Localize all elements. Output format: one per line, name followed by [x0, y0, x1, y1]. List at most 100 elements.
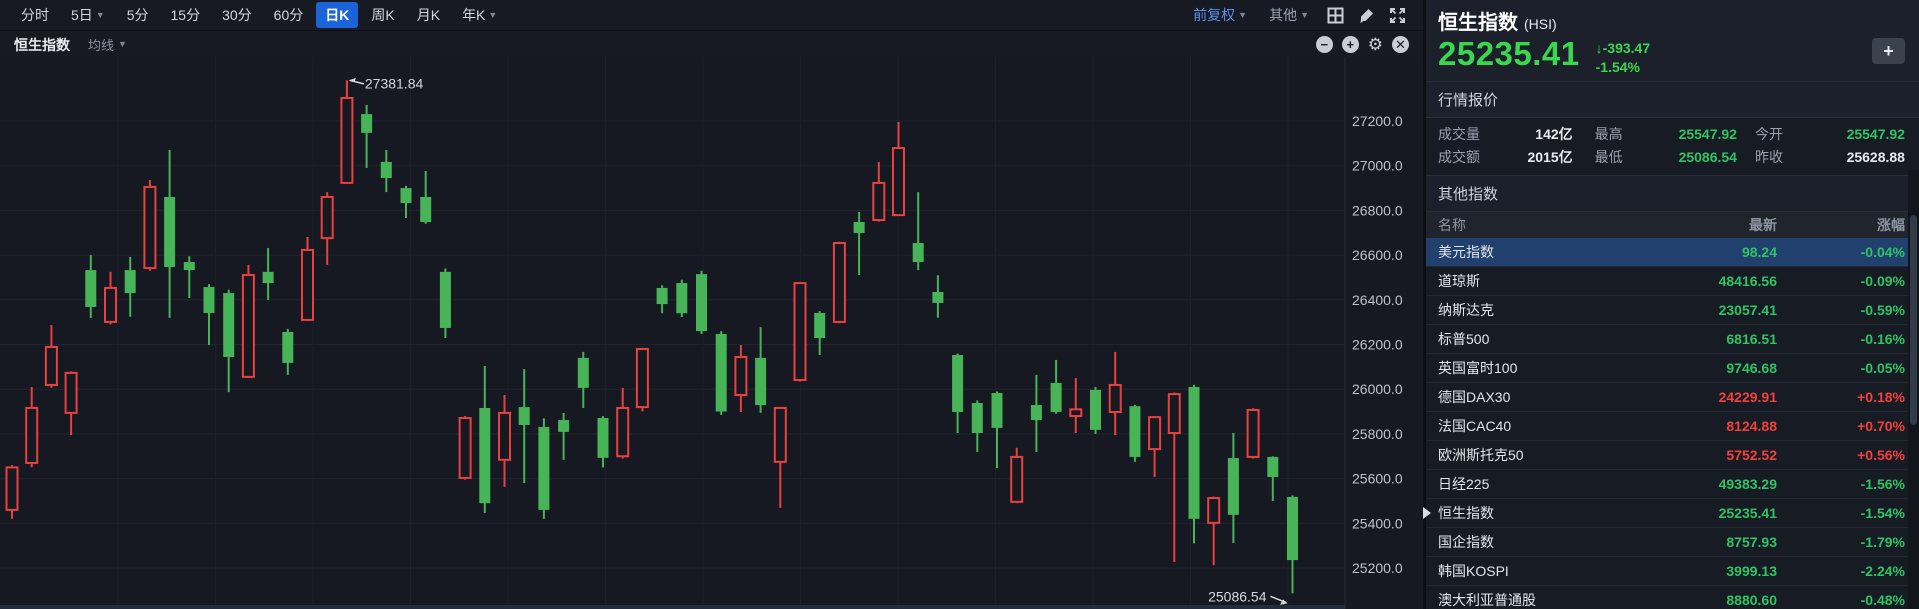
index-change-cell: +0.70% [1777, 418, 1905, 434]
chart-section: 分时5日▼5分15分30分60分日K周K月K年K▼ 前复权 ▼ 其他 ▼ 恒生指… [0, 0, 1423, 609]
index-name-cell: 澳大利亚普通股 [1438, 590, 1627, 609]
period-tab-5日[interactable]: 5日▼ [62, 2, 114, 28]
candlestick-chart[interactable]: 27200.027000.026800.026600.026400.026200… [0, 57, 1423, 609]
candle-body [657, 288, 668, 304]
candle-body [66, 373, 77, 413]
candle-body [401, 188, 412, 203]
candle [381, 150, 392, 192]
more-dropdown[interactable]: 其他 ▼ [1260, 2, 1318, 28]
candle-body [243, 275, 254, 377]
period-tab-周K[interactable]: 周K [362, 2, 403, 28]
index-change-cell: -1.54% [1777, 505, 1905, 521]
candle [538, 418, 549, 519]
candle [361, 105, 372, 168]
price-change-block: ↓-393.47 -1.54% [1596, 39, 1650, 77]
index-row-标普500[interactable]: 标普5006816.51-0.16% [1426, 325, 1919, 354]
price-row: 25235.41 ↓-393.47 -1.54% [1438, 37, 1907, 77]
adjust-mode-label: 前复权 [1193, 5, 1235, 25]
index-row-澳大利亚普通股[interactable]: 澳大利亚普通股8880.60-0.48% [1426, 586, 1919, 609]
index-row-恒生指数[interactable]: 恒生指数25235.41-1.54% [1426, 499, 1919, 528]
add-to-watchlist-button[interactable]: + [1872, 38, 1905, 64]
close-chart-icon[interactable]: ✕ [1392, 36, 1409, 53]
index-last-cell: 25235.41 [1627, 505, 1777, 521]
candle-body [1267, 457, 1278, 477]
candle-body [735, 357, 746, 395]
index-row-德国DAX30[interactable]: 德国DAX3024229.91+0.18% [1426, 383, 1919, 412]
period-tab-label: 30分 [222, 5, 252, 25]
candle [1110, 352, 1121, 435]
chevron-down-icon: ▼ [488, 11, 497, 20]
index-row-纳斯达克[interactable]: 纳斯达克23057.41-0.59% [1426, 296, 1919, 325]
index-name-cell: 道琼斯 [1438, 271, 1627, 291]
quote-value: 25628.88 [1801, 149, 1905, 165]
ma-dropdown[interactable]: 均线 ▼ [88, 35, 127, 54]
index-row-英国富时100[interactable]: 英国富时1009746.68-0.05% [1426, 354, 1919, 383]
period-tab-label: 年K [462, 5, 485, 25]
zoom-in-icon[interactable]: + [1342, 36, 1359, 53]
candle-body [105, 288, 116, 322]
candle-body [1228, 458, 1239, 515]
index-row-日经225[interactable]: 日经22549383.29-1.56% [1426, 470, 1919, 499]
period-tab-分时[interactable]: 分时 [12, 2, 58, 28]
low-annotation: 25086.54 [1208, 588, 1287, 605]
candle [716, 331, 727, 415]
quote-value: 25086.54 [1641, 149, 1737, 165]
candle [66, 371, 77, 435]
index-row-道琼斯[interactable]: 道琼斯48416.56-0.09% [1426, 267, 1919, 296]
index-row-国企指数[interactable]: 国企指数8757.93-1.79% [1426, 528, 1919, 557]
candle-body [893, 148, 904, 215]
candle [1149, 416, 1160, 477]
quote-value: 25547.92 [1801, 126, 1905, 142]
index-name: 恒生指数 [1438, 12, 1518, 34]
fullscreen-icon[interactable] [1389, 7, 1406, 24]
period-tab-日K[interactable]: 日K [316, 2, 358, 28]
candle [617, 388, 628, 459]
candle [519, 369, 530, 483]
index-last-cell: 98.24 [1627, 244, 1777, 260]
candle [7, 465, 18, 519]
index-last-cell: 9746.68 [1627, 360, 1777, 376]
period-tab-label: 60分 [274, 5, 304, 25]
grid-layout-icon[interactable] [1327, 7, 1344, 24]
candle-body [223, 293, 234, 357]
period-tab-月K[interactable]: 月K [408, 2, 449, 28]
candle [263, 248, 274, 300]
candle [223, 290, 234, 392]
period-tab-5分[interactable]: 5分 [118, 2, 158, 28]
scrollbar-thumb[interactable] [1910, 215, 1917, 425]
candle-body [1208, 498, 1219, 523]
candle-body [144, 187, 155, 268]
period-tab-60分[interactable]: 60分 [265, 2, 313, 28]
candle [1228, 433, 1239, 543]
index-name-cell: 欧洲斯托克50 [1438, 445, 1627, 465]
candle [1208, 496, 1219, 565]
candle-body [1110, 385, 1121, 412]
more-label: 其他 [1269, 5, 1297, 25]
index-change-cell: -0.59% [1777, 302, 1905, 318]
index-row-法国CAC40[interactable]: 法国CAC408124.88+0.70% [1426, 412, 1919, 441]
index-row-欧洲斯托克50[interactable]: 欧洲斯托克505752.52+0.56% [1426, 441, 1919, 470]
table-rows: 美元指数98.24-0.04%道琼斯48416.56-0.09%纳斯达克2305… [1426, 238, 1919, 609]
period-tab-30分[interactable]: 30分 [213, 2, 261, 28]
col-header-change: 涨幅 [1777, 215, 1905, 235]
index-last-cell: 24229.91 [1627, 389, 1777, 405]
candle-body [676, 283, 687, 313]
candle-body [460, 418, 471, 478]
draw-brush-icon[interactable] [1358, 7, 1375, 24]
zoom-out-icon[interactable]: − [1316, 36, 1333, 53]
adjust-mode-dropdown[interactable]: 前复权 ▼ [1184, 2, 1256, 28]
index-change-cell: -2.24% [1777, 563, 1905, 579]
candle-body [637, 349, 648, 407]
candle-body [1287, 497, 1298, 560]
index-last-cell: 8124.88 [1627, 418, 1777, 434]
index-last-cell: 6816.51 [1627, 331, 1777, 347]
period-tab-label: 日K [325, 5, 349, 25]
panel-scrollbar[interactable] [1908, 170, 1919, 609]
quote-value: 2015亿 [1498, 147, 1573, 167]
period-tab-年K[interactable]: 年K▼ [453, 2, 506, 28]
candle [125, 257, 136, 317]
index-row-韩国KOSPI[interactable]: 韩国KOSPI3999.13-2.24% [1426, 557, 1919, 586]
period-tab-15分[interactable]: 15分 [162, 2, 210, 28]
chart-settings-gear-icon[interactable]: ⚙ [1368, 36, 1383, 53]
index-row-美元指数[interactable]: 美元指数98.24-0.04% [1426, 238, 1919, 267]
